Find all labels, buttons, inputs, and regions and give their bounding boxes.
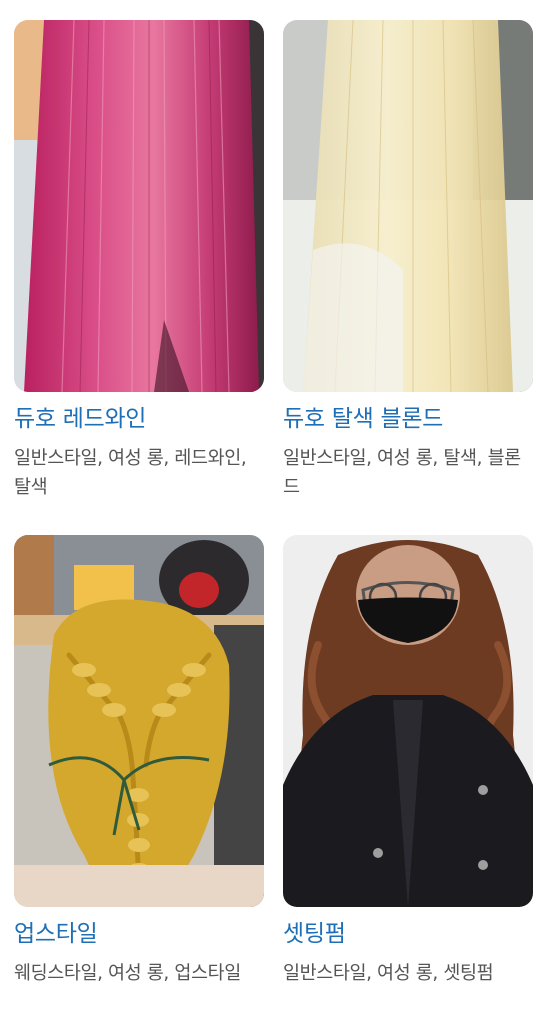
style-tags: 일반스타일, 여성 롱, 레드와인, 탈색 bbox=[14, 448, 247, 498]
style-tags: 웨딩스타일, 여성 롱, 업스타일 bbox=[14, 963, 241, 984]
style-card[interactable]: 듀호 레드와인 일반스타일, 여성 롱, 레드와인, 탈색 bbox=[14, 20, 264, 502]
style-card[interactable]: 셋팅펌 일반스타일, 여성 롱, 셋팅펌 bbox=[283, 535, 533, 988]
style-photo[interactable] bbox=[283, 20, 533, 392]
style-photo[interactable] bbox=[283, 535, 533, 907]
style-tags: 일반스타일, 여성 롱, 탈색, 블론드 bbox=[283, 448, 521, 498]
style-title[interactable]: 듀호 레드와인 bbox=[14, 404, 264, 434]
red-wine-hair-image bbox=[14, 20, 264, 392]
style-photo[interactable] bbox=[14, 535, 264, 907]
style-title[interactable]: 셋팅펌 bbox=[283, 919, 533, 949]
hairstyle-grid: 듀호 레드와인 일반스타일, 여성 롱, 레드와인, 탈색 듀호 탈색 블론드 … bbox=[0, 0, 546, 1024]
style-card[interactable]: 업스타일 웨딩스타일, 여성 롱, 업스타일 bbox=[14, 535, 264, 988]
setting-perm-image bbox=[283, 535, 533, 907]
style-photo[interactable] bbox=[14, 20, 264, 392]
blonde-hair-image bbox=[283, 20, 533, 392]
style-title[interactable]: 업스타일 bbox=[14, 919, 264, 949]
style-tags: 일반스타일, 여성 롱, 셋팅펌 bbox=[283, 963, 494, 984]
updo-braid-image bbox=[14, 535, 264, 907]
style-title[interactable]: 듀호 탈색 블론드 bbox=[283, 404, 533, 434]
style-card[interactable]: 듀호 탈색 블론드 일반스타일, 여성 롱, 탈색, 블론드 bbox=[283, 20, 533, 502]
